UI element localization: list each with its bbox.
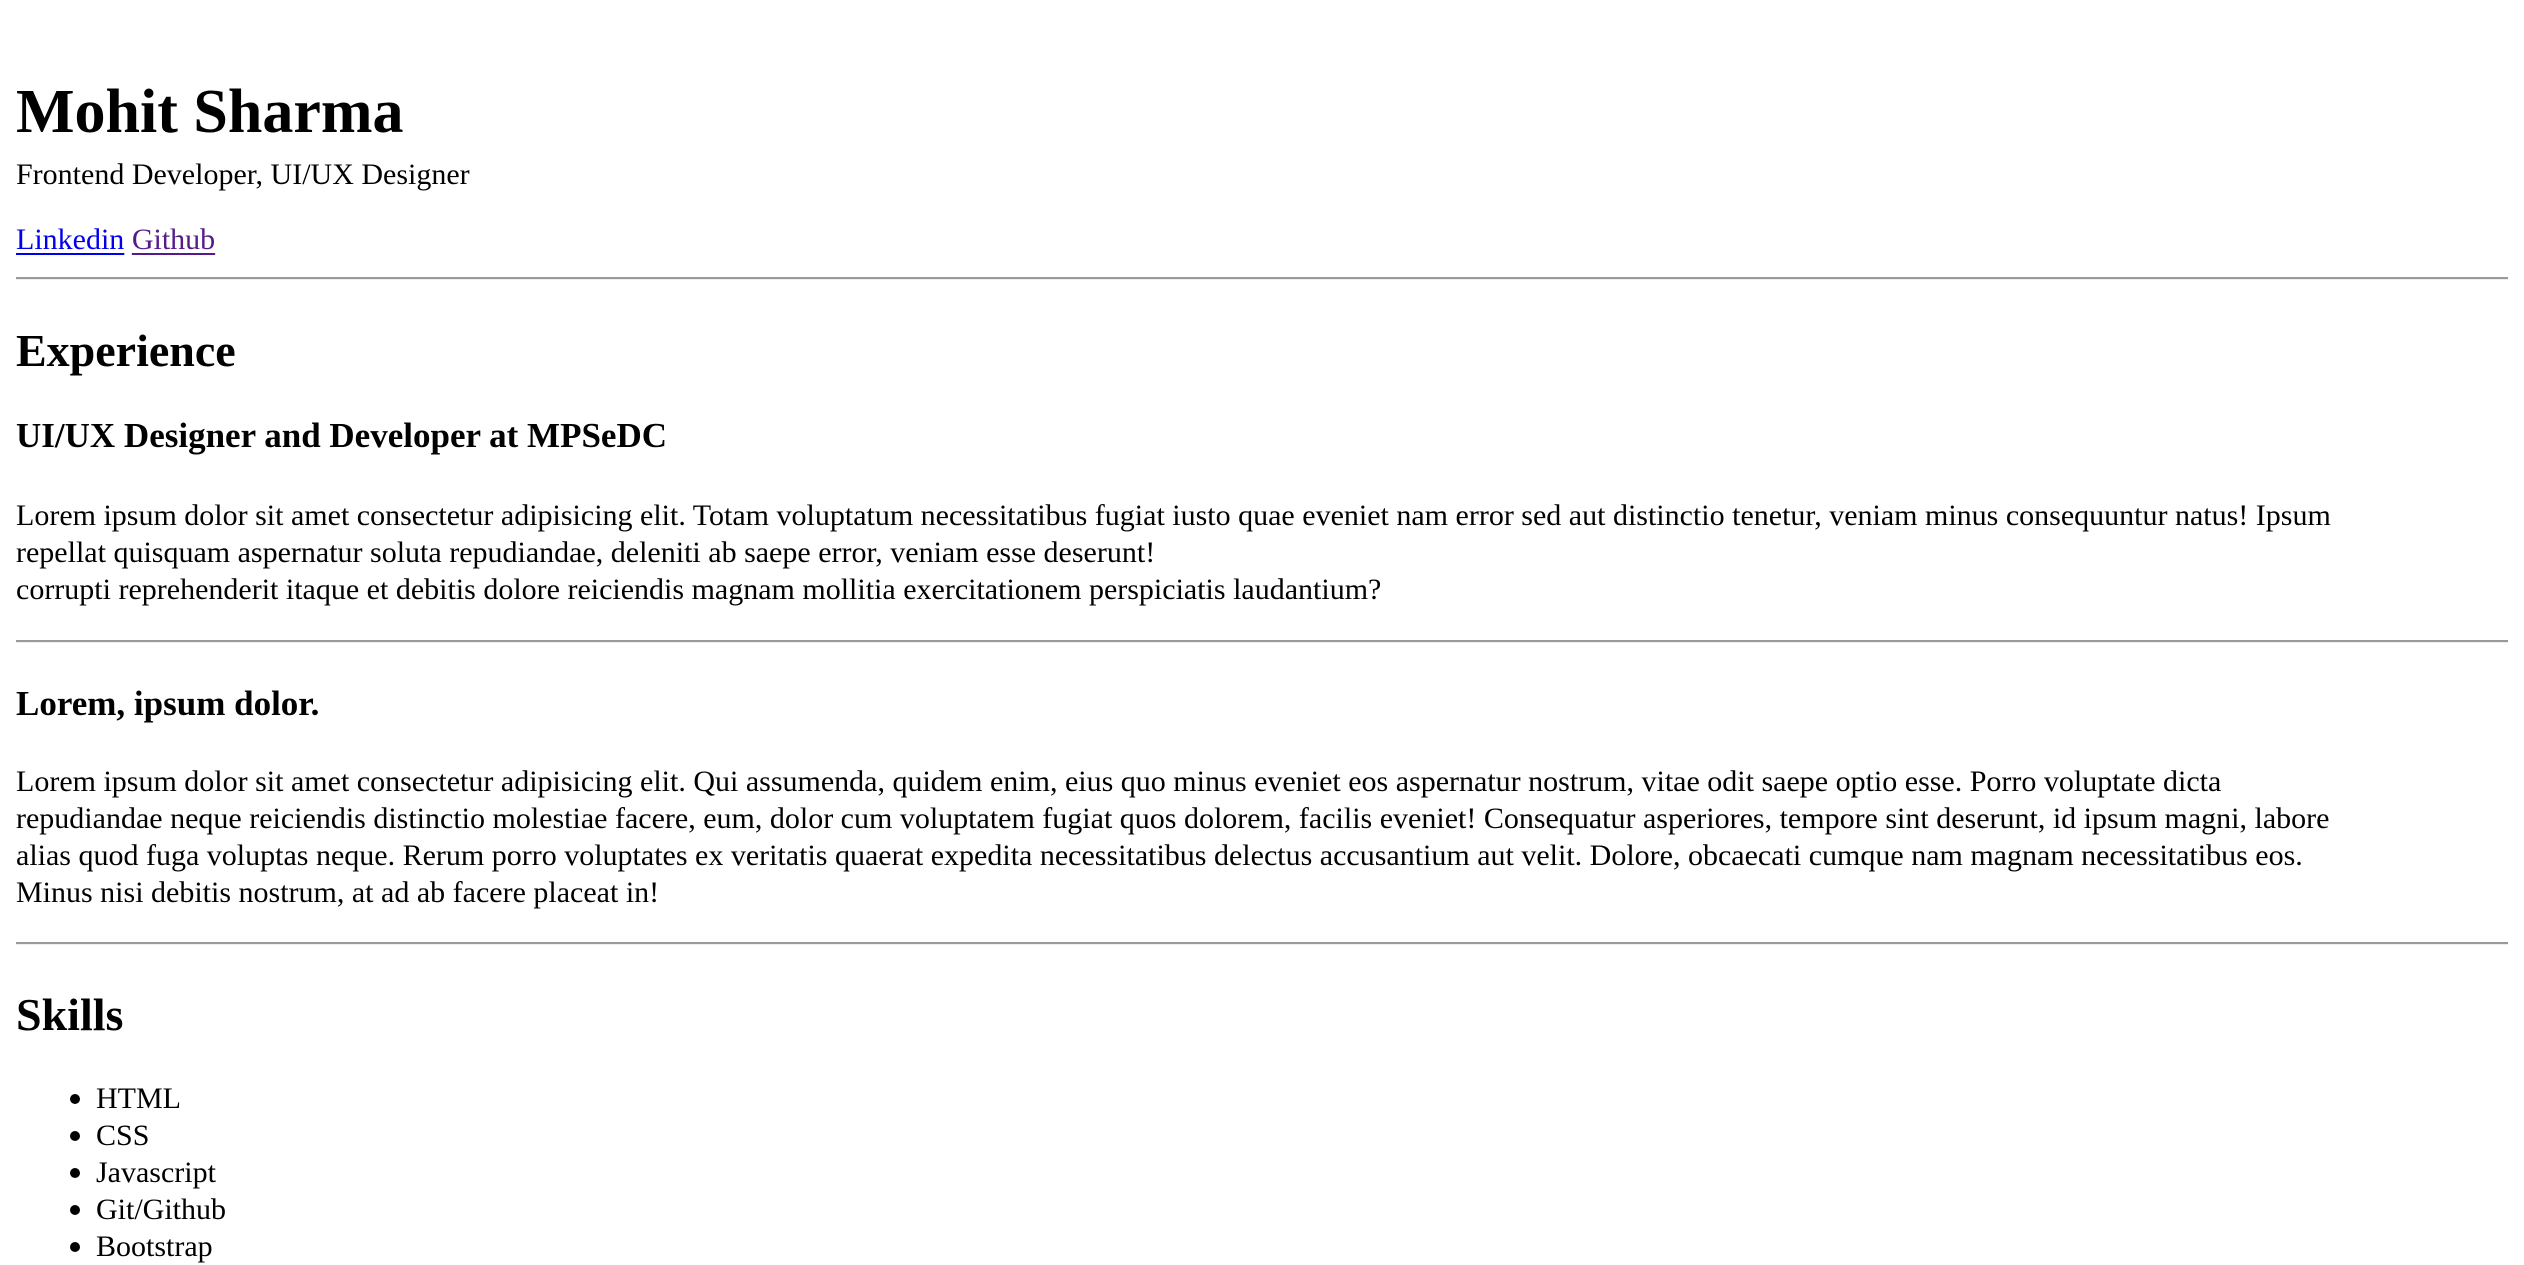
text-line: repellat quisquam aspernatur soluta repu…: [16, 536, 1156, 569]
skill-label: CSS: [96, 1119, 150, 1152]
bullet-icon: [70, 1131, 80, 1141]
bullet-icon: [70, 1168, 80, 1178]
text-line: Minus nisi debitis nostrum, at ad ab fac…: [16, 876, 660, 909]
text-line: Lorem ipsum dolor sit amet consectetur a…: [16, 499, 2331, 532]
divider: [16, 277, 2508, 280]
list-item: HTML: [70, 1080, 226, 1117]
list-item: CSS: [70, 1117, 226, 1154]
skill-label: Git/Github: [96, 1193, 227, 1226]
job-title: UI/UX Designer and Developer at MPSeDC: [16, 416, 668, 455]
list-item: Git/Github: [70, 1191, 227, 1228]
bullet-icon: [70, 1205, 80, 1215]
text-line: Lorem ipsum dolor sit amet consectetur a…: [16, 765, 2222, 798]
skills-list: HTML CSS Javascript Git/Github Bootstrap: [16, 1080, 226, 1265]
job-title: Lorem, ipsum dolor.: [16, 684, 320, 723]
divider: [16, 942, 2508, 945]
bullet-icon: [70, 1242, 80, 1252]
skill-label: Bootstrap: [96, 1230, 213, 1263]
bullet-icon: [70, 1094, 80, 1104]
skill-label: HTML: [96, 1082, 181, 1115]
experience-heading: Experience: [16, 325, 236, 376]
social-links: Linkedin Github: [16, 222, 215, 258]
linkedin-link[interactable]: Linkedin: [16, 223, 124, 256]
list-item: Javascript: [70, 1154, 226, 1191]
list-item: Bootstrap: [70, 1228, 226, 1265]
divider: [16, 640, 2508, 643]
text-line: alias quod fuga voluptas neque. Rerum po…: [16, 839, 2303, 872]
job-description: Lorem ipsum dolor sit amet consectetur a…: [16, 497, 2508, 608]
skill-label: Javascript: [96, 1156, 216, 1189]
skills-heading: Skills: [16, 989, 124, 1040]
tagline: Frontend Developer, UI/UX Designer: [16, 158, 470, 191]
page-title: Mohit Sharma: [16, 78, 404, 146]
text-line: corrupti reprehenderit itaque et debitis…: [16, 573, 1382, 606]
job-description: Lorem ipsum dolor sit amet consectetur a…: [16, 763, 2508, 911]
github-link[interactable]: Github: [132, 223, 215, 256]
text-line: repudiandae neque reiciendis distinctio …: [16, 802, 2330, 835]
